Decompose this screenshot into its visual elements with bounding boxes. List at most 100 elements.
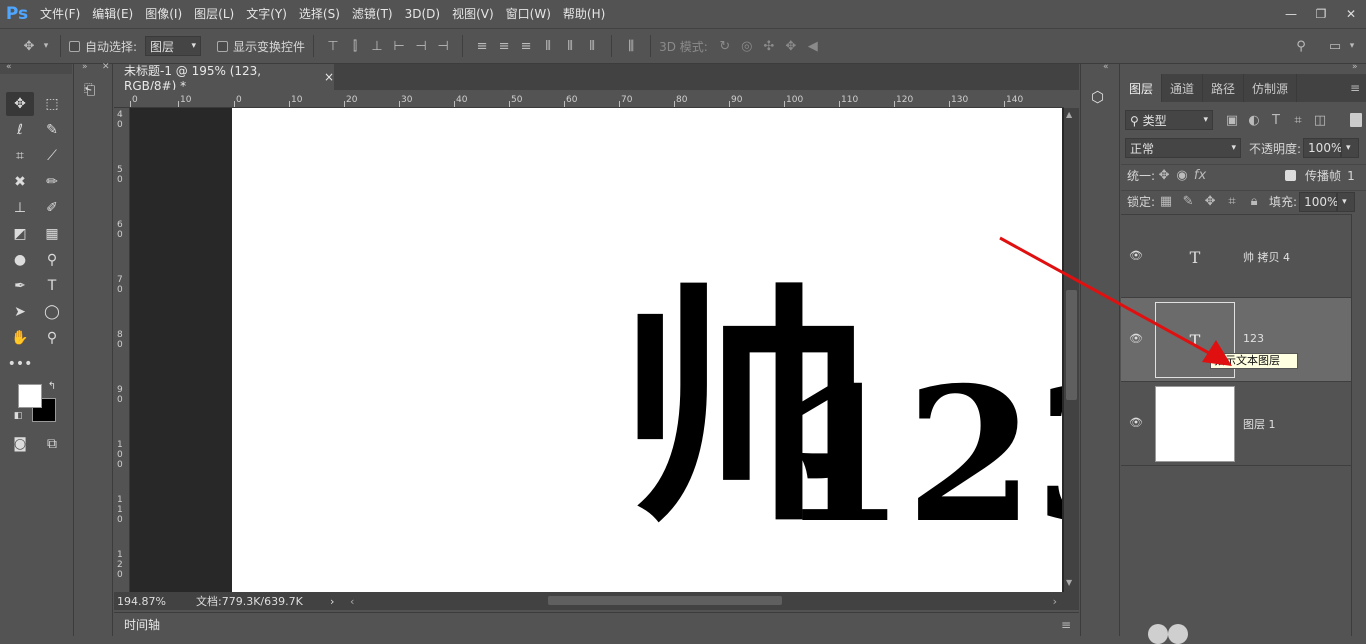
- filter-pixel-icon[interactable]: ▣: [1221, 113, 1243, 128]
- eyedropper-tool-icon[interactable]: ⟋: [38, 144, 66, 168]
- scroll-up-icon[interactable]: ▲: [1066, 110, 1072, 119]
- propagate-frame-checkbox[interactable]: [1285, 170, 1297, 181]
- expand-icon[interactable]: »: [82, 62, 88, 72]
- menu-edit[interactable]: 编辑(E): [86, 0, 139, 28]
- menu-type[interactable]: 文字(Y): [240, 0, 293, 28]
- menu-filter[interactable]: 滤镜(T): [346, 0, 399, 28]
- unify-visibility-icon[interactable]: ◉: [1173, 168, 1191, 183]
- status-menu-icon[interactable]: ›: [330, 595, 350, 608]
- horizontal-scroll-thumb[interactable]: [548, 596, 782, 605]
- expand-icon[interactable]: »: [1352, 62, 1358, 72]
- align-vcenter-icon[interactable]: ⫿: [344, 39, 366, 54]
- quick-select-tool-icon[interactable]: ✎: [38, 118, 66, 142]
- layers-scrollbar[interactable]: [1351, 214, 1366, 636]
- foreground-color-swatch[interactable]: [18, 384, 42, 408]
- blend-mode-dropdown[interactable]: 正常 ▾: [1125, 138, 1241, 158]
- history-panel-icon[interactable]: ⎗: [84, 82, 104, 102]
- opacity-input[interactable]: 100%: [1303, 138, 1342, 158]
- auto-select-dropdown[interactable]: 图层 ▾: [145, 36, 202, 56]
- panel-menu-icon[interactable]: ≡: [1061, 618, 1071, 632]
- ellipse-tool-icon[interactable]: ◯: [38, 300, 66, 324]
- tab-paths[interactable]: 路径: [1203, 74, 1245, 102]
- chevron-down-icon[interactable]: ▾: [1341, 138, 1360, 158]
- layer-name[interactable]: 帅 拷贝 4: [1243, 249, 1290, 265]
- crop-tool-icon[interactable]: ⌗: [6, 144, 34, 168]
- distribute-right-icon[interactable]: ⦀: [581, 39, 603, 54]
- search-icon[interactable]: ⚲: [1290, 39, 1312, 54]
- swap-colors-icon[interactable]: ↰: [44, 380, 60, 392]
- show-transform-checkbox[interactable]: [217, 40, 229, 52]
- scroll-left-icon[interactable]: ‹: [350, 595, 360, 608]
- minimize-button[interactable]: —: [1276, 0, 1306, 28]
- unify-style-icon[interactable]: fx: [1191, 168, 1209, 183]
- collapse-icon[interactable]: «: [6, 62, 12, 72]
- close-icon[interactable]: ✕: [102, 62, 110, 72]
- menu-image[interactable]: 图像(I): [139, 0, 188, 28]
- menu-3d[interactable]: 3D(D): [399, 0, 446, 28]
- timeline-panel-tab[interactable]: 时间轴 ≡: [114, 612, 1079, 636]
- align-hcenter-icon[interactable]: ⊣: [410, 39, 432, 54]
- more-tools-icon[interactable]: •••: [6, 352, 34, 376]
- align-top-icon[interactable]: ⊤: [322, 39, 344, 54]
- menu-window[interactable]: 窗口(W): [500, 0, 557, 28]
- menu-help[interactable]: 帮助(H): [557, 0, 611, 28]
- zoom-tool-icon[interactable]: ⚲: [38, 326, 66, 350]
- filter-type-icon[interactable]: T: [1265, 113, 1287, 128]
- healing-tool-icon[interactable]: ✖: [6, 170, 34, 194]
- filter-adjustment-icon[interactable]: ◐: [1243, 113, 1265, 128]
- 3d-roll-icon[interactable]: ◎: [736, 39, 758, 54]
- eye-icon[interactable]: 👁︎: [1129, 416, 1145, 429]
- chevron-down-icon[interactable]: ▾: [1346, 41, 1358, 51]
- layer-row[interactable]: 👁︎ 图层 1: [1121, 382, 1351, 466]
- close-window-button[interactable]: ✕: [1336, 0, 1366, 28]
- align-bottom-icon[interactable]: ⊥: [366, 39, 388, 54]
- marquee-tool-icon[interactable]: ⬚: [38, 92, 66, 116]
- zoom-level[interactable]: 194.87%: [114, 595, 190, 608]
- tab-clone-source[interactable]: 仿制源: [1244, 74, 1298, 102]
- move-tool-icon[interactable]: ✥: [18, 39, 40, 54]
- chevron-down-icon[interactable]: ▾: [40, 41, 52, 51]
- restore-button[interactable]: ❐: [1306, 0, 1336, 28]
- scroll-right-icon[interactable]: ›: [1053, 595, 1057, 608]
- menu-layer[interactable]: 图层(L): [188, 0, 240, 28]
- distribute-top-icon[interactable]: ≡: [471, 39, 493, 54]
- 3d-panel-icon[interactable]: ⬡: [1091, 88, 1111, 108]
- brush-tool-icon[interactable]: ✏: [38, 170, 66, 194]
- move-tool-icon[interactable]: ✥: [6, 92, 34, 116]
- lasso-tool-icon[interactable]: ℓ: [6, 118, 34, 142]
- eraser-tool-icon[interactable]: ◩: [6, 222, 34, 246]
- 3d-rotate-icon[interactable]: ↻: [714, 39, 736, 54]
- document-tab[interactable]: 未标题-1 @ 195% (123, RGB/8#) * ×: [114, 64, 334, 93]
- unify-position-icon[interactable]: ✥: [1155, 168, 1173, 183]
- lock-pixels-icon[interactable]: ✎: [1177, 194, 1199, 209]
- 3d-scale-icon[interactable]: ◀: [802, 39, 824, 54]
- gradient-tool-icon[interactable]: ▦: [38, 222, 66, 246]
- quick-mask-icon[interactable]: ◙: [6, 432, 34, 456]
- distribute-bottom-icon[interactable]: ≡: [515, 39, 537, 54]
- lock-artboard-icon[interactable]: ⌗: [1221, 194, 1243, 209]
- history-brush-tool-icon[interactable]: ✐: [38, 196, 66, 220]
- distribute-left-icon[interactable]: ⦀: [537, 39, 559, 54]
- fill-input[interactable]: 100%: [1299, 191, 1338, 212]
- 3d-pan-icon[interactable]: ✣: [758, 39, 780, 54]
- 3d-slide-icon[interactable]: ✥: [780, 39, 802, 54]
- chevron-down-icon[interactable]: ▾: [1337, 191, 1356, 212]
- type-tool-icon[interactable]: T: [38, 274, 66, 298]
- tab-channels[interactable]: 通道: [1162, 74, 1204, 102]
- menu-select[interactable]: 选择(S): [293, 0, 346, 28]
- default-colors-icon[interactable]: ◧: [10, 410, 26, 422]
- menu-file[interactable]: 文件(F): [34, 0, 86, 28]
- filter-shape-icon[interactable]: ⌗: [1287, 113, 1309, 128]
- dodge-tool-icon[interactable]: ⚲: [38, 248, 66, 272]
- collapse-icon[interactable]: «: [1103, 62, 1109, 72]
- auto-select-checkbox[interactable]: [69, 40, 80, 52]
- tab-layers[interactable]: 图层: [1121, 74, 1163, 102]
- lock-all-icon[interactable]: 🔒︎: [1243, 194, 1265, 209]
- layer-filter-dropdown[interactable]: ⚲ 类型 ▾: [1125, 110, 1213, 130]
- auto-align-icon[interactable]: ⫼: [620, 39, 642, 54]
- distribute-vcenter-icon[interactable]: ≡: [493, 39, 515, 54]
- screen-mode-icon[interactable]: ⧉: [38, 432, 66, 456]
- filter-smart-object-icon[interactable]: ◫: [1309, 113, 1331, 128]
- align-right-icon[interactable]: ⊣: [432, 39, 454, 54]
- close-tab-icon[interactable]: ×: [324, 70, 334, 84]
